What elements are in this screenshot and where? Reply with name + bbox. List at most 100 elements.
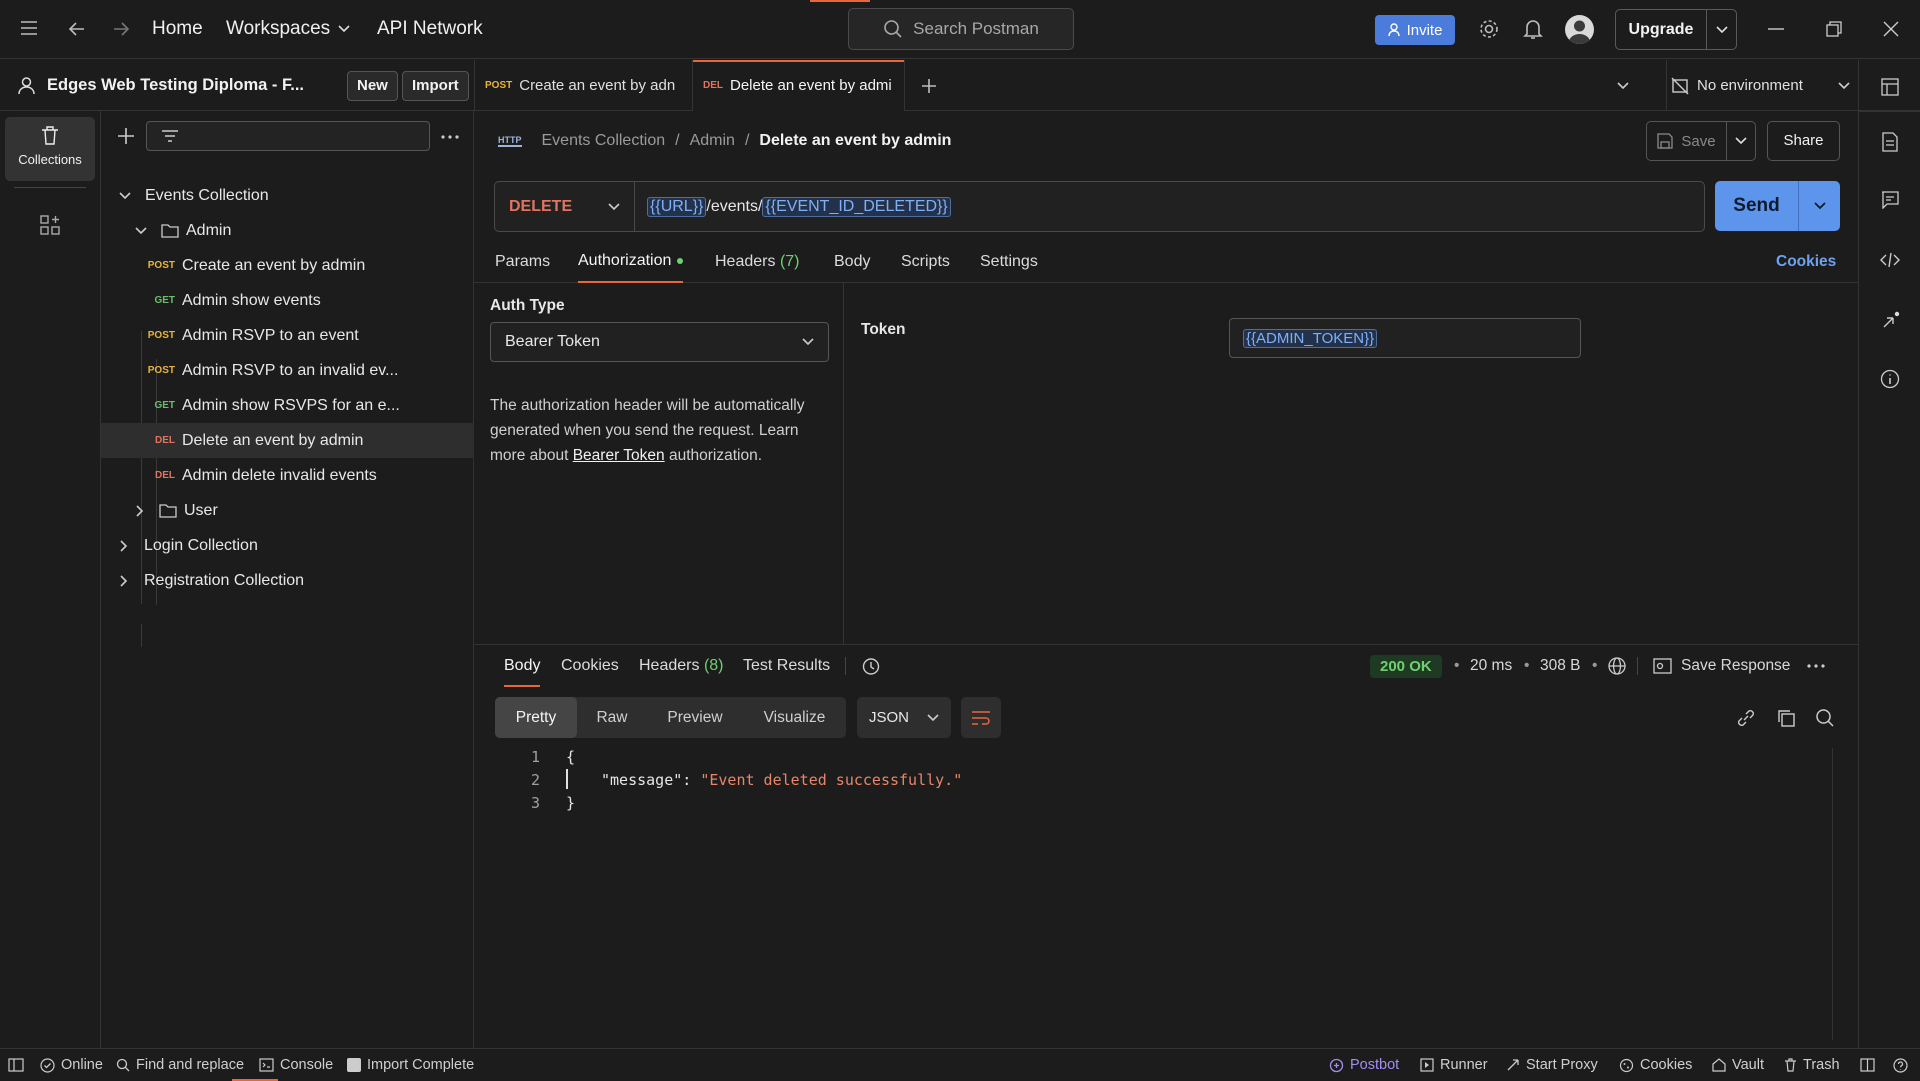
response-tab-test-results[interactable]: Test Results xyxy=(743,645,830,687)
wrap-lines-icon[interactable] xyxy=(961,697,1001,738)
tree-request[interactable]: POST Create an event by admin xyxy=(101,248,474,283)
send-button[interactable]: Send xyxy=(1715,181,1799,231)
back-arrow-icon[interactable] xyxy=(68,20,86,38)
two-pane-icon[interactable] xyxy=(1860,1049,1875,1081)
token-input[interactable]: {{ADMIN_TOKEN}} xyxy=(1229,318,1581,358)
url-input[interactable]: {{URL}} /events/ {{EVENT_ID_DELETED}} xyxy=(635,182,1704,231)
tab-delete-event[interactable]: DEL Delete an event by admi xyxy=(692,60,905,111)
response-tab-body[interactable]: Body xyxy=(504,645,541,687)
globe-icon[interactable] xyxy=(1607,656,1627,676)
bearer-token-link[interactable]: Bearer Token xyxy=(573,447,665,464)
more-options-icon[interactable] xyxy=(441,135,459,139)
tree-request[interactable]: GET Admin show RSVPS for an e... xyxy=(101,388,474,423)
view-raw[interactable]: Raw xyxy=(577,697,647,738)
tab-settings[interactable]: Settings xyxy=(980,241,1038,283)
tree-registration-collection[interactable]: Registration Collection xyxy=(101,563,474,598)
view-preview[interactable]: Preview xyxy=(647,697,743,738)
tab-authorization[interactable]: Authorization xyxy=(578,241,684,283)
nav-home[interactable]: Home xyxy=(152,18,203,40)
console-button[interactable]: Console xyxy=(259,1049,333,1081)
more-options-icon[interactable] xyxy=(1807,664,1825,668)
runner-button[interactable]: Runner xyxy=(1420,1049,1488,1081)
auth-type-select[interactable]: Bearer Token xyxy=(490,322,829,362)
vault-button[interactable]: Vault xyxy=(1712,1049,1764,1081)
start-proxy-button[interactable]: Start Proxy xyxy=(1506,1049,1598,1081)
minimize-icon[interactable] xyxy=(1768,28,1784,30)
tab-headers[interactable]: Headers (7) xyxy=(715,241,800,283)
method-select[interactable]: DELETE xyxy=(495,182,635,231)
cookies-button[interactable]: Cookies xyxy=(1619,1049,1692,1081)
forward-arrow-icon[interactable] xyxy=(112,20,130,38)
postbot-button[interactable]: Postbot xyxy=(1329,1049,1399,1081)
response-body-code[interactable]: 1 { 2 "message": "Event deleted successf… xyxy=(474,740,1844,1040)
search-icon[interactable] xyxy=(1815,708,1835,728)
environment-selector[interactable]: No environment xyxy=(1666,60,1860,111)
upgrade-dropdown-chevron-icon[interactable] xyxy=(1707,25,1736,34)
tree-admin-folder[interactable]: Admin xyxy=(101,213,474,248)
invite-button[interactable]: Invite xyxy=(1375,15,1455,45)
comments-icon[interactable] xyxy=(1881,191,1899,209)
settings-gear-icon[interactable] xyxy=(1478,18,1500,40)
info-icon[interactable] xyxy=(1880,369,1900,389)
upgrade-button[interactable]: Upgrade xyxy=(1616,10,1707,49)
close-icon[interactable] xyxy=(1883,21,1899,37)
tree-user-folder[interactable]: User xyxy=(101,493,474,528)
workspace-overview-icon[interactable] xyxy=(1881,78,1899,96)
find-replace-button[interactable]: Find and replace xyxy=(116,1049,244,1081)
nav-workspaces[interactable]: Workspaces xyxy=(226,18,350,40)
tree-request[interactable]: POST Admin RSVP to an invalid ev... xyxy=(101,353,474,388)
trash-button[interactable]: Trash xyxy=(1784,1049,1840,1081)
workspace-header[interactable]: Edges Web Testing Diploma - F... xyxy=(18,60,304,111)
send-dropdown-chevron-icon[interactable] xyxy=(1799,202,1840,210)
search-bar[interactable]: Search Postman xyxy=(848,8,1074,50)
documentation-icon[interactable] xyxy=(1881,132,1899,152)
scrollbar-track[interactable] xyxy=(1832,748,1833,1040)
breadcrumb-collection[interactable]: Events Collection xyxy=(542,132,666,150)
view-visualize[interactable]: Visualize xyxy=(743,697,846,738)
status-badge[interactable]: 200 OK xyxy=(1370,655,1442,678)
import-status[interactable]: Import Complete xyxy=(347,1049,474,1081)
tree-request-selected[interactable]: DEL Delete an event by admin xyxy=(101,423,474,458)
tab-scripts[interactable]: Scripts xyxy=(901,241,950,283)
related-collections-icon[interactable] xyxy=(1881,310,1901,330)
new-tab-plus-icon[interactable] xyxy=(921,78,937,94)
online-status[interactable]: Online xyxy=(40,1049,103,1081)
notification-bell-icon[interactable] xyxy=(1523,18,1543,40)
code-snippet-icon[interactable] xyxy=(1880,252,1900,268)
view-pretty[interactable]: Pretty xyxy=(495,697,577,738)
tree-request[interactable]: GET Admin show events xyxy=(101,283,474,318)
history-clock-icon[interactable] xyxy=(861,657,880,676)
tree-events-collection[interactable]: Events Collection xyxy=(101,178,474,213)
configure-workbench-icon[interactable] xyxy=(40,215,60,235)
tree-request[interactable]: DEL Admin delete invalid events xyxy=(101,458,474,493)
tab-create-event[interactable]: POST Create an event by adn xyxy=(485,60,675,111)
response-time[interactable]: 20 ms xyxy=(1470,645,1512,687)
tree-login-collection[interactable]: Login Collection xyxy=(101,528,474,563)
response-tab-cookies[interactable]: Cookies xyxy=(561,645,619,687)
import-button[interactable]: Import xyxy=(402,71,469,101)
tabs-overflow-chevron-icon[interactable] xyxy=(1617,82,1629,90)
format-select[interactable]: JSON xyxy=(857,697,951,738)
toggle-sidebar-icon[interactable] xyxy=(8,1049,24,1081)
share-button[interactable]: Share xyxy=(1767,121,1840,161)
tab-body[interactable]: Body xyxy=(834,241,870,283)
tree-request[interactable]: POST Admin RSVP to an event xyxy=(101,318,474,353)
tab-params[interactable]: Params xyxy=(495,241,550,283)
breadcrumb-current[interactable]: Delete an event by admin xyxy=(759,132,951,150)
save-dropdown-chevron-icon[interactable] xyxy=(1727,137,1755,145)
add-plus-icon[interactable] xyxy=(117,127,135,145)
breadcrumb-folder[interactable]: Admin xyxy=(690,132,735,150)
new-button[interactable]: New xyxy=(347,71,398,101)
link-icon[interactable] xyxy=(1736,708,1756,728)
restore-icon[interactable] xyxy=(1826,21,1842,37)
save-button[interactable]: Save xyxy=(1647,122,1727,160)
filter-input[interactable] xyxy=(146,121,430,151)
response-size[interactable]: 308 B xyxy=(1540,645,1581,687)
response-tab-headers[interactable]: Headers (8) xyxy=(639,645,724,687)
save-response-button[interactable]: Save Response xyxy=(1653,645,1790,687)
avatar[interactable] xyxy=(1565,15,1594,44)
rail-collections[interactable]: Collections xyxy=(5,117,95,181)
hamburger-menu-icon[interactable] xyxy=(20,20,38,36)
copy-icon[interactable] xyxy=(1776,708,1796,728)
cookies-link[interactable]: Cookies xyxy=(1776,241,1836,283)
